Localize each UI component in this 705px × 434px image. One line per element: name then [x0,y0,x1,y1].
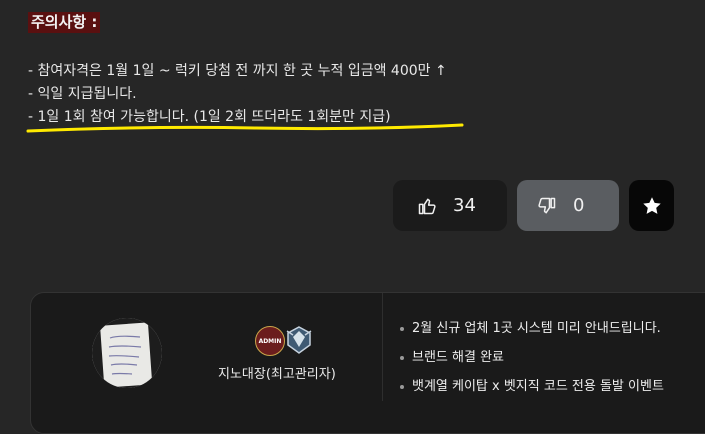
star-icon [642,196,661,214]
recent-post-item[interactable]: 뱃계열 케이탑 x 벳지직 코드 전용 돌발 이벤트 [400,372,664,401]
bullet-icon [400,326,404,331]
recent-posts-list: 2월 신규 업체 1곳 시스템 미리 안내드립니다. 브랜드 해결 완료 뱃계열… [400,314,664,401]
rule-line: - 익일 지급됩니다. [28,86,137,102]
favorite-button[interactable] [629,180,674,231]
card-divider [382,293,383,401]
avatar[interactable] [92,318,162,388]
dislike-button[interactable]: 0 [517,180,619,231]
notice-rules: - 참여자격은 1월 1일 ~ 럭키 당첨 전 까지 한 곳 누적 입금액 40… [28,60,447,129]
rule-line: - 참여자격은 1월 1일 ~ 럭키 당첨 전 까지 한 곳 누적 입금액 40… [28,63,447,79]
notice-title: 주의사항 : [28,12,101,33]
author-name[interactable]: 지노대장(최고관리자) [218,363,336,382]
like-count: 34 [453,195,476,216]
thumbs-up-icon [418,198,436,214]
dislike-count: 0 [573,195,585,216]
bullet-icon [400,384,404,389]
like-button[interactable]: 34 [393,180,507,231]
thumbs-down-icon [538,197,556,213]
admin-badge-icon: ADMIN [255,326,285,356]
recent-post-item[interactable]: 브랜드 해결 완료 [400,343,664,372]
avatar-image [92,318,162,388]
rank-emblem-icon [286,326,312,354]
bullet-icon [400,355,404,360]
highlight-underline [26,123,464,133]
recent-post-item[interactable]: 2월 신규 업체 1곳 시스템 미리 안내드립니다. [400,314,664,343]
